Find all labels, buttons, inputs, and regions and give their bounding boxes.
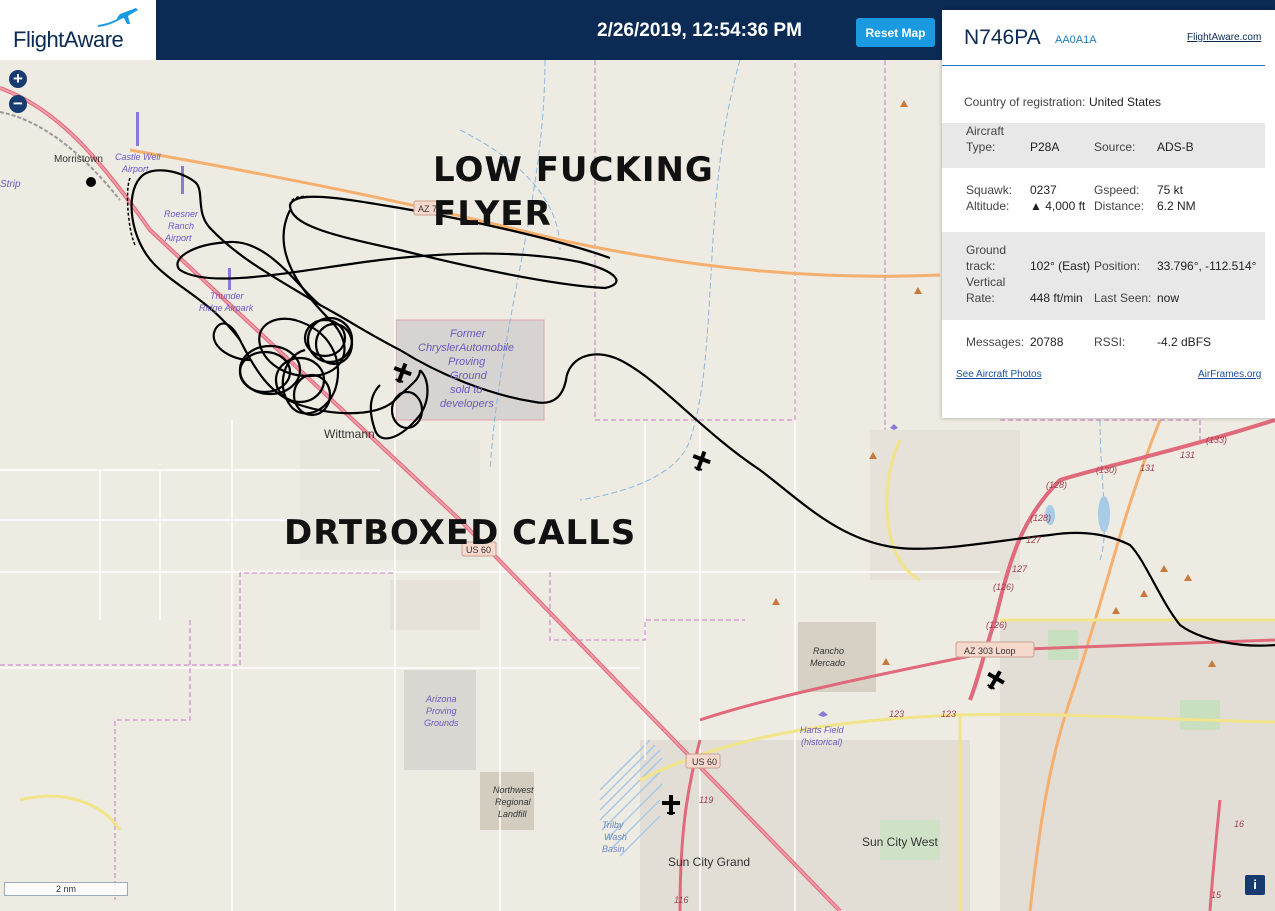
svg-text:ChryslerAutomobile: ChryslerAutomobile [418,342,514,354]
ground-track-value: 102° (East) [1030,259,1091,273]
svg-text:sold to: sold to [450,384,482,396]
svg-text:Castle Well: Castle Well [115,152,161,162]
svg-text:AZ 303 Loop: AZ 303 Loop [964,646,1016,656]
distance-value: 6.2 NM [1157,199,1196,213]
svg-text:(128): (128) [1046,480,1067,490]
svg-text:Strip: Strip [0,179,21,190]
zoom-out-button[interactable]: − [9,95,27,113]
info-button[interactable]: i [1245,875,1265,895]
gspeed-value: 75 kt [1157,183,1184,197]
source-value: ADS-B [1157,140,1194,154]
messages-row: Messages: 20788 RSSI: -4.2 dBFS [966,335,1212,349]
svg-text:Ranch: Ranch [168,221,194,231]
svg-text:developers: developers [440,398,494,410]
overlay-caption-line2: FLYER [433,194,552,234]
overlay-caption-line1: LOW FUCKING [433,150,714,190]
svg-text:Thunder: Thunder [210,291,245,301]
aircraft-info-panel: N746PA AA0A1A FlightAware.com Country of… [942,10,1275,418]
svg-text:(128): (128) [1030,513,1051,523]
svg-text:Ridge Airpark: Ridge Airpark [199,303,254,313]
zoom-in-button[interactable]: + [9,70,27,88]
svg-text:Arizona: Arizona [425,694,457,704]
country-value: United States [1089,95,1162,109]
suburb-area [1000,620,1275,911]
aircraft-type-row: Aircraft Type: P28A Source: ADS-B [942,123,1265,168]
airframes-link[interactable]: AirFrames.org [1198,369,1261,380]
svg-text:Sun City Grand: Sun City Grand [668,855,750,869]
reset-map-button[interactable]: Reset Map [856,18,935,47]
svg-text:(133): (133) [1206,435,1227,445]
logo-text: FlightAware [13,27,124,52]
svg-text:119: 119 [699,795,713,805]
svg-text:123: 123 [941,709,956,719]
country-row: Country of registration: United States [964,95,1162,109]
rancho-mercado-area [798,622,876,692]
svg-text:Airport: Airport [121,164,149,174]
lake [1098,496,1110,532]
rssi-value: -4.2 dBFS [1157,335,1212,349]
svg-text:(126): (126) [986,620,1007,630]
svg-text:Roesner: Roesner [164,209,199,219]
svg-text:127: 127 [1026,535,1042,545]
svg-text:116: 116 [674,895,688,905]
suburb-area-north [870,430,1020,580]
svg-text:Proving: Proving [426,706,457,716]
svg-text:Trilby: Trilby [602,820,624,830]
svg-text:Landfill: Landfill [498,809,528,819]
morristown-dot [86,177,96,187]
aircraft-photos-link[interactable]: See Aircraft Photos [956,369,1042,380]
svg-text:(historical): (historical) [801,737,843,747]
last-seen-value: now [1157,291,1180,305]
vertical-rate-value: 448 ft/min [1030,291,1083,305]
svg-text:127: 127 [1012,564,1028,574]
flightaware-logo[interactable]: FlightAware [0,0,156,60]
messages-value: 20788 [1030,335,1064,349]
squawk-row: Squawk: 0237 Gspeed: 75 kt Altitude: ▲ 4… [966,183,1196,213]
svg-text:123: 123 [889,709,904,719]
svg-text:15: 15 [1211,890,1222,900]
flightaware-link[interactable]: FlightAware.com [1187,32,1261,43]
svg-text:Ground: Ground [450,370,488,382]
svg-text:Northwest: Northwest [493,785,534,795]
svg-text:Proving: Proving [448,356,486,368]
aircraft-type-value: P28A [1030,140,1060,154]
park-area [1048,630,1078,660]
svg-text:Rancho: Rancho [813,646,844,656]
svg-text:Wittmann: Wittmann [324,427,375,441]
squawk-value: 0237 [1030,183,1057,197]
svg-text:Basin: Basin [602,844,625,854]
overlay-caption-line3: DRTBOXED CALLS [284,513,637,553]
svg-text:US 60: US 60 [692,757,717,767]
svg-text:(130): (130) [1096,465,1117,475]
label-morristown: Morristown [54,154,103,165]
svg-text:16: 16 [1234,819,1244,829]
track-row: Ground track: 102° (East) Position: 33.7… [942,232,1265,320]
svg-text:Grounds: Grounds [424,718,459,728]
svg-text:Harts Field: Harts Field [800,725,845,735]
svg-text:Sun City West: Sun City West [862,835,938,849]
panel-divider [942,65,1265,66]
svg-text:Former: Former [450,328,487,340]
position-value: 33.796°, -112.514° [1157,259,1257,273]
scale-bar: 2 nm [4,882,128,896]
current-datetime: 2/26/2019, 12:54:36 PM [597,20,802,41]
altitude-value: ▲ 4,000 ft [1030,199,1086,213]
tail-number: N746PA [964,26,1041,49]
svg-text:131: 131 [1180,450,1195,460]
residential-grid [390,580,480,630]
svg-text:(126): (126) [993,582,1014,592]
svg-text:Regional: Regional [495,797,532,807]
svg-text:Wash: Wash [604,832,627,842]
svg-text:131: 131 [1140,463,1155,473]
svg-text:Airport: Airport [164,233,192,243]
park-area [1180,700,1220,730]
hex-code: AA0A1A [1055,34,1097,46]
svg-text:Mercado: Mercado [810,658,845,668]
